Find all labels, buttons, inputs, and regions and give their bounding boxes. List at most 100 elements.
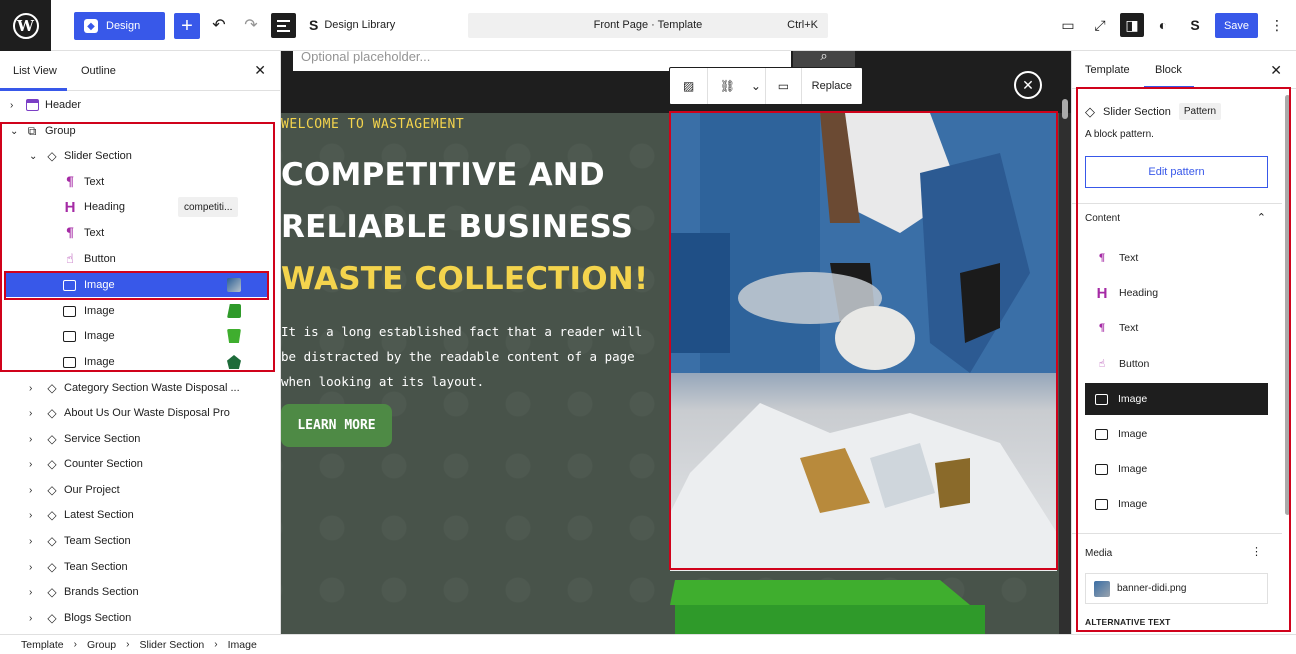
content-section-title[interactable]: Content [1085, 213, 1120, 224]
close-icon[interactable]: ✕ [1270, 62, 1282, 79]
design-button[interactable]: ◆ Design [74, 12, 165, 40]
list-item-slider-section[interactable]: ⌄ ◇ Slider Section [0, 144, 280, 168]
tab-template[interactable]: Template [1085, 64, 1130, 76]
caption-icon[interactable]: ▭ [766, 68, 802, 104]
edit-pattern-button[interactable]: Edit pattern [1085, 156, 1268, 188]
tab-list-view[interactable]: List View [13, 65, 57, 77]
save-button[interactable]: Save [1215, 13, 1258, 38]
content-item-image[interactable]: Image [1085, 453, 1268, 485]
breadcrumb-item[interactable]: Template [21, 639, 64, 651]
content-item-button[interactable]: ☝ Button [1085, 348, 1268, 380]
list-item-header[interactable]: › Header [0, 93, 280, 117]
design-label: Design [106, 20, 141, 32]
list-item-our-project[interactable]: › ◇ Our Project [0, 478, 280, 502]
list-item-group[interactable]: ⌄ ⧉ Group [0, 119, 280, 143]
chevron-down-icon[interactable]: ⌄ [29, 151, 39, 162]
list-item-counter-section[interactable]: › ◇ Counter Section [0, 452, 280, 476]
chevron-right-icon[interactable]: › [29, 510, 39, 521]
media-thumbnail [1094, 580, 1110, 597]
chevron-down-icon[interactable]: ⌄ [747, 68, 767, 104]
list-item-about-us[interactable]: › ◇ About Us Our Waste Disposal Pro [0, 401, 280, 425]
spectra-icon[interactable]: S [1183, 13, 1207, 37]
list-item-heading[interactable]: H Heading competiti... [0, 195, 280, 219]
editor-canvas[interactable]: Optional placeholder... ⌕ ✕ WELCOME TO W… [281, 51, 1071, 634]
learn-more-button[interactable]: LEARN MORE [281, 404, 392, 447]
hero-paragraph[interactable]: It is a long established fact that a rea… [281, 319, 661, 394]
chevron-right-icon[interactable]: › [29, 485, 39, 496]
list-item-service-section[interactable]: › ◇ Service Section [0, 427, 280, 451]
slider-section[interactable]: WELCOME TO WASTAGEMENT COMPETITIVE AND R… [281, 113, 1059, 634]
add-block-button[interactable]: + [174, 13, 200, 39]
breadcrumb-item[interactable]: Image [228, 639, 257, 651]
list-item-label: Slider Section [64, 150, 132, 162]
list-item-blogs-section[interactable]: › ◇ Blogs Section [0, 606, 280, 630]
settings-scrollbar[interactable] [1284, 95, 1292, 633]
list-item-text[interactable]: ¶ Text [0, 170, 280, 194]
more-options-icon[interactable]: ⋮ [1265, 13, 1289, 37]
design-library-button[interactable]: S Design Library [309, 17, 395, 33]
close-circle-icon[interactable]: ✕ [1014, 71, 1042, 99]
chevron-right-icon[interactable]: › [10, 100, 20, 111]
image-block-icon[interactable]: ▨ [670, 68, 709, 104]
list-item-text[interactable]: ¶ Text [0, 221, 280, 245]
chevron-up-icon[interactable]: ⌃ [1257, 211, 1266, 224]
list-item-image[interactable]: Image [0, 350, 280, 374]
list-item-image[interactable]: Image [0, 324, 280, 348]
list-item-image[interactable]: Image [0, 299, 280, 323]
canvas-scrollbar[interactable] [1061, 99, 1069, 627]
redo-icon[interactable]: ↷ [239, 13, 263, 37]
group-icon: ⧉ [27, 123, 37, 138]
scrollbar-thumb[interactable] [1285, 95, 1290, 515]
content-item-image[interactable]: Image [1085, 488, 1268, 520]
breadcrumb-item[interactable]: Slider Section [139, 639, 204, 651]
content-item-text[interactable]: ¶ Text [1085, 312, 1268, 344]
wordpress-logo[interactable]: W [0, 0, 51, 51]
hero-image[interactable] [670, 113, 1057, 571]
chevron-right-icon[interactable]: › [29, 536, 39, 547]
paragraph-icon: ¶ [1098, 252, 1106, 264]
desktop-preview-icon[interactable]: ▭ [1056, 13, 1080, 37]
document-overview-button[interactable] [271, 13, 296, 38]
content-item-text[interactable]: ¶ Text [1085, 242, 1268, 274]
welcome-text[interactable]: WELCOME TO WASTAGEMENT [281, 117, 464, 132]
more-options-icon[interactable]: ⋮ [1251, 545, 1262, 558]
scrollbar-thumb[interactable] [1062, 99, 1068, 119]
chevron-right-icon[interactable]: › [29, 434, 39, 445]
list-item-label: Group [45, 125, 76, 137]
list-item-latest-section[interactable]: › ◇ Latest Section [0, 503, 280, 527]
content-item-image[interactable]: Image [1085, 418, 1268, 450]
settings-sidebar-icon[interactable]: ◨ [1120, 13, 1144, 37]
content-item-label: Button [1119, 358, 1150, 370]
tab-outline[interactable]: Outline [81, 65, 116, 77]
chevron-right-icon[interactable]: › [29, 459, 39, 470]
link-icon[interactable]: ⛓ [708, 68, 746, 104]
media-file-item[interactable]: banner-didi.png [1085, 573, 1268, 604]
chevron-right-icon[interactable]: › [29, 383, 39, 394]
list-item-team-section[interactable]: › ◇ Team Section [0, 529, 280, 553]
list-item-image-selected[interactable]: Image [6, 273, 267, 297]
block-description: A block pattern. [1085, 129, 1154, 140]
list-item-tean-section[interactable]: › ◇ Tean Section [0, 555, 280, 579]
chevron-right-icon[interactable]: › [29, 408, 39, 419]
site-icon: ◆ [84, 19, 98, 33]
command-palette[interactable]: Front Page · Template Ctrl+K [468, 13, 828, 38]
list-item-brands-section[interactable]: › ◇ Brands Section [0, 580, 280, 604]
list-item-category-section[interactable]: › ◇ Category Section Waste Disposal ... [0, 376, 280, 400]
breadcrumb-item[interactable]: Group [87, 639, 116, 651]
list-item-button[interactable]: ☝ Button [0, 247, 280, 271]
content-item-image-selected[interactable]: Image [1085, 383, 1268, 415]
chevron-down-icon[interactable]: ⌄ [10, 126, 20, 137]
chevron-right-icon[interactable]: › [29, 562, 39, 573]
styles-icon[interactable]: ◐ [1151, 13, 1175, 37]
content-item-heading[interactable]: H Heading [1085, 277, 1268, 309]
tab-block[interactable]: Block [1155, 64, 1182, 76]
pattern-icon: ◇ [47, 483, 57, 497]
close-icon[interactable]: ✕ [254, 62, 266, 79]
hero-heading[interactable]: COMPETITIVE AND RELIABLE BUSINESS WASTE … [281, 149, 661, 305]
chevron-right-icon[interactable]: › [29, 613, 39, 624]
undo-icon[interactable]: ↶ [207, 13, 231, 37]
list-item-label: Image [84, 356, 115, 368]
expand-icon[interactable]: ⤢ [1088, 13, 1112, 37]
replace-button[interactable]: Replace [802, 68, 862, 104]
chevron-right-icon[interactable]: › [29, 587, 39, 598]
